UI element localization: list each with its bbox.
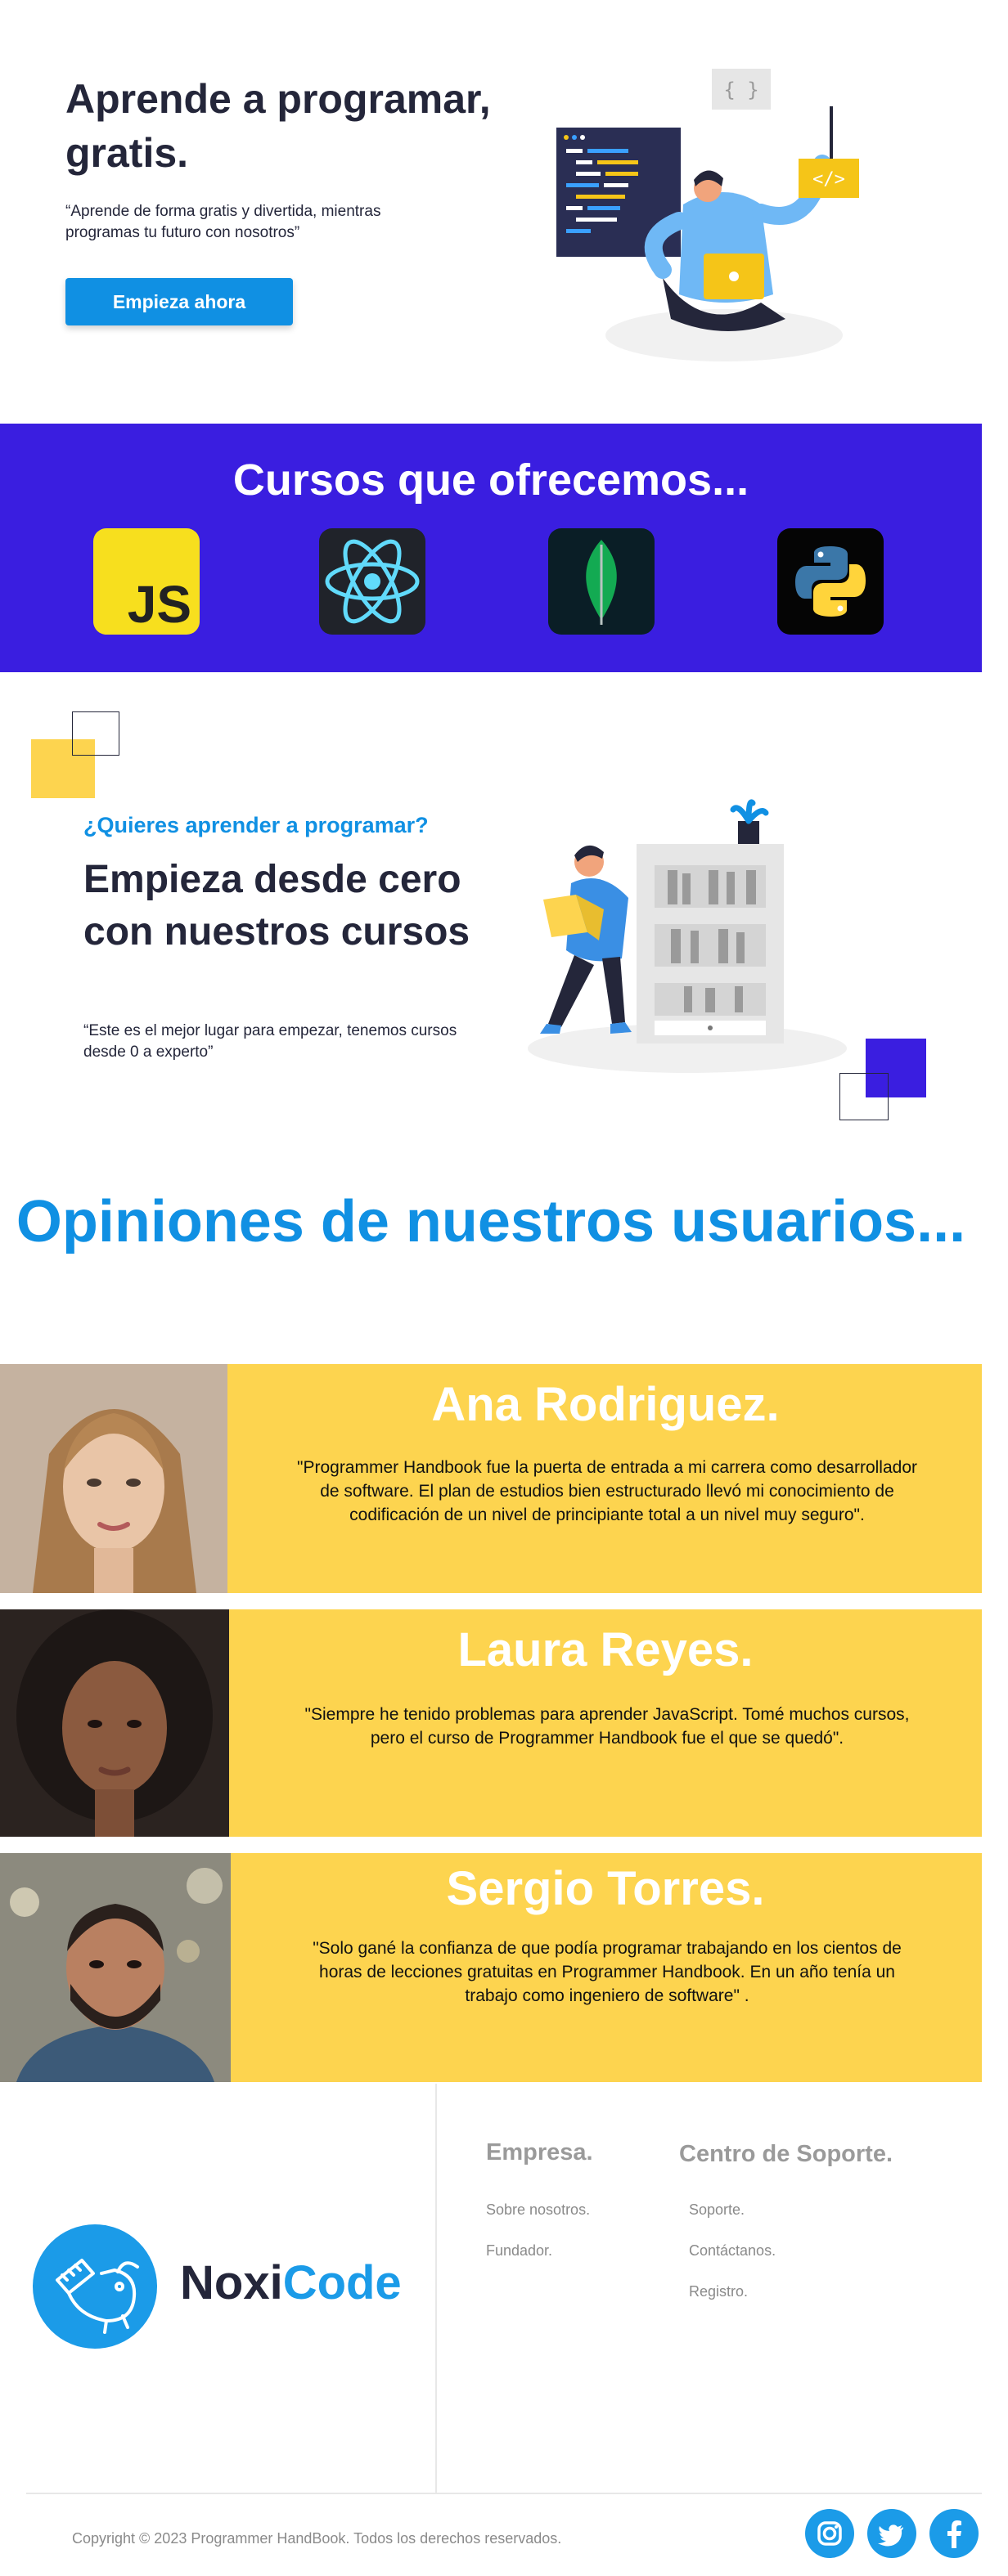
support-column-title: Centro de Soporte. bbox=[679, 2141, 893, 2167]
noxicode-logo-icon[interactable] bbox=[33, 2224, 157, 2349]
learn-kicker: ¿Quieres aprender a programar? bbox=[83, 813, 429, 837]
javascript-logo-text: JS bbox=[127, 575, 191, 634]
start-now-button[interactable]: Empieza ahora bbox=[65, 278, 293, 325]
twitter-icon[interactable] bbox=[867, 2509, 916, 2558]
testimonial-quote: "Solo gané la confianza de que podía pro… bbox=[313, 1939, 902, 2005]
opinions-title: Opiniones de nuestros usuarios... bbox=[16, 1189, 966, 1254]
testimonial-name: Sergio Torres. bbox=[446, 1862, 765, 1915]
facebook-icon[interactable] bbox=[929, 2509, 979, 2558]
hero-section: Aprende a programar, gratis. “Aprende de… bbox=[0, 0, 1008, 424]
testimonial-card-sergio: Sergio Torres. "Solo gané la confianza d… bbox=[0, 1853, 982, 2082]
testimonial-card-laura: Laura Reyes. "Siempre he tenido problema… bbox=[0, 1609, 982, 1837]
svg-text:{ }: { } bbox=[723, 79, 758, 101]
hero-title: Aprende a programar, gratis. bbox=[65, 76, 491, 176]
company-column-title: Empresa. bbox=[486, 2139, 593, 2165]
bookshelf-reader-illustration bbox=[524, 738, 867, 1081]
avatar bbox=[0, 1364, 227, 1593]
avatar bbox=[0, 1853, 231, 2082]
brand-name: NoxiCode bbox=[180, 2255, 402, 2310]
brand-name-part1: Noxi bbox=[180, 2256, 283, 2309]
testimonial-name: Laura Reyes. bbox=[457, 1623, 754, 1676]
learn-title: Empieza desde cero con nuestros cursos bbox=[83, 858, 470, 954]
programmer-laptop-illustration: { } </> bbox=[540, 57, 884, 376]
learn-quote: “Este es el mejor lugar para empezar, te… bbox=[83, 1022, 457, 1061]
python-logo-icon[interactable] bbox=[777, 528, 884, 635]
hero-quote: “Aprende de forma gratis y divertida, mi… bbox=[65, 203, 381, 241]
footer-divider bbox=[26, 2493, 982, 2494]
instagram-icon[interactable] bbox=[805, 2509, 854, 2558]
footer-divider bbox=[435, 2084, 437, 2494]
copyright: Copyright © 2023 Programmer HandBook. To… bbox=[72, 2530, 562, 2547]
footer-link-about[interactable]: Sobre nosotros. bbox=[486, 2201, 590, 2219]
testimonial-quote: "Programmer Handbook fue la puerta de en… bbox=[297, 1458, 917, 1524]
svg-text:</>: </> bbox=[812, 169, 845, 190]
testimonial-card-ana: Ana Rodriguez. "Programmer Handbook fue … bbox=[0, 1364, 982, 1593]
learn-section: ¿Quieres aprender a programar? Empieza d… bbox=[0, 672, 1008, 1130]
footer-link-support[interactable]: Soporte. bbox=[689, 2201, 745, 2219]
footer-link-contact[interactable]: Contáctanos. bbox=[689, 2242, 776, 2260]
footer-link-founder[interactable]: Fundador. bbox=[486, 2242, 552, 2260]
footer-link-register[interactable]: Registro. bbox=[689, 2283, 748, 2300]
footer: NoxiCode Empresa. Sobre nosotros. Fundad… bbox=[0, 2084, 1008, 2576]
react-logo-icon[interactable] bbox=[319, 528, 425, 635]
javascript-logo-icon[interactable]: JS bbox=[93, 528, 200, 635]
testimonial-name: Ana Rodriguez. bbox=[431, 1378, 780, 1431]
outline-square-decoration bbox=[72, 711, 119, 756]
testimonial-quote: "Siempre he tenido problemas para aprend… bbox=[304, 1705, 910, 1748]
mongodb-logo-icon[interactable] bbox=[548, 528, 655, 635]
brand-name-part2: Code bbox=[282, 2256, 402, 2309]
courses-section: Cursos que ofrecemos... JS bbox=[0, 424, 982, 672]
avatar bbox=[0, 1609, 229, 1837]
courses-title: Cursos que ofrecemos... bbox=[232, 456, 749, 505]
